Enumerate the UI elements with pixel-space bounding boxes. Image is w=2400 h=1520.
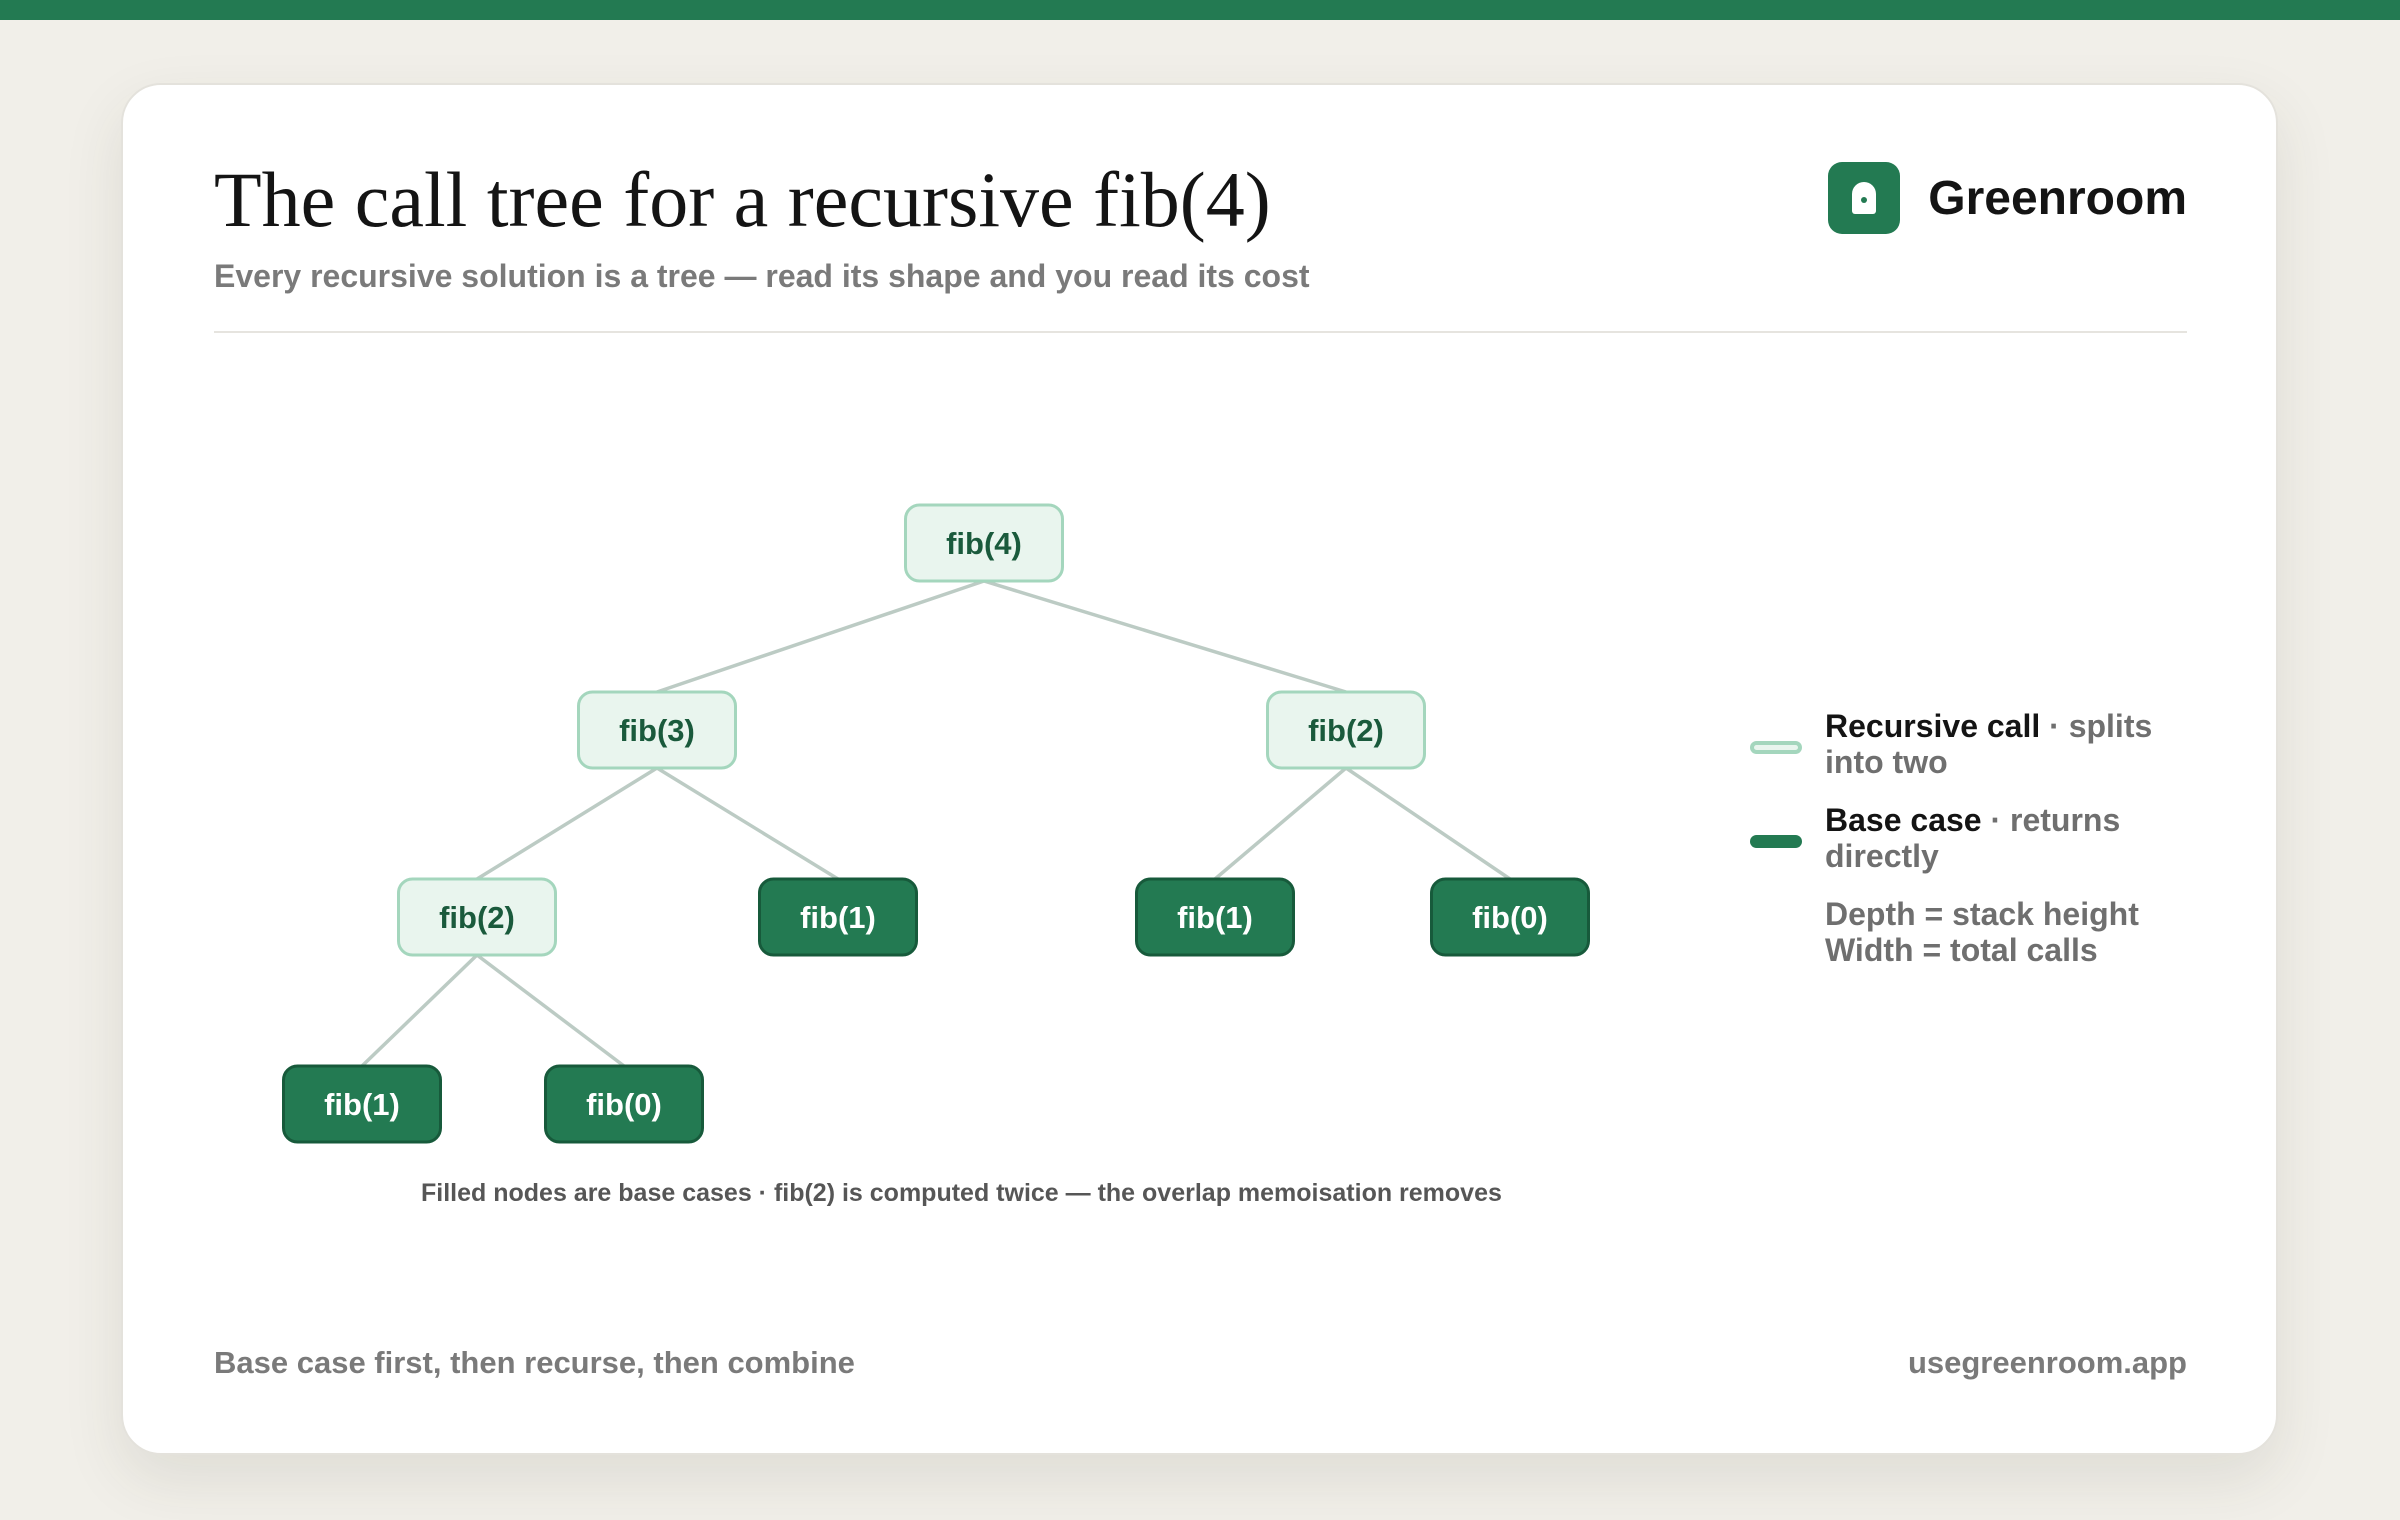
tree-edge	[1213, 766, 1348, 881]
diagram-caption: Filled nodes are base cases · fib(2) is …	[421, 1179, 1502, 1207]
tree-edge	[475, 953, 626, 1068]
legend-recursive-label: Recursive call	[1825, 708, 2041, 744]
node-label: fib(3)	[619, 713, 695, 748]
tree-edge	[656, 579, 985, 694]
node-label: fib(1)	[1177, 900, 1253, 935]
recursive-call-node: fib(2)	[1266, 690, 1426, 770]
node-label: fib(2)	[439, 900, 515, 935]
footer-url: usegreenroom.app	[1907, 1345, 2187, 1380]
recursive-call-node: fib(3)	[577, 690, 737, 770]
legend-item-base: Base case · returns directly	[1750, 802, 2190, 874]
tree-edge	[360, 953, 479, 1068]
base-case-node: fib(1)	[758, 877, 918, 957]
node-label: fib(1)	[800, 900, 876, 935]
base-case-node: fib(1)	[282, 1064, 442, 1144]
base-case-node: fib(0)	[544, 1064, 704, 1144]
node-label: fib(4)	[946, 526, 1022, 561]
tree-edge	[656, 766, 839, 881]
node-label: fib(1)	[324, 1087, 400, 1122]
legend-note-depth: Depth = stack height	[1825, 896, 2139, 932]
legend-base-label: Base case	[1825, 802, 1982, 838]
recursive-call-node: fib(4)	[904, 503, 1064, 583]
legend-item-recursive: Recursive call · splits into two	[1750, 708, 2190, 780]
recursive-swatch-icon	[1750, 741, 1802, 754]
legend: Recursive call · splits into two Base ca…	[1750, 708, 2190, 968]
legend-notes: Depth = stack height Width = total calls	[1750, 896, 2190, 968]
tree-edge	[476, 766, 658, 881]
node-label: fib(0)	[1472, 900, 1548, 935]
tree-edge	[1345, 766, 1511, 881]
tree-edge	[983, 579, 1347, 694]
node-label: fib(2)	[1308, 713, 1384, 748]
footer-tagline: Base case first, then recurse, then comb…	[214, 1345, 855, 1380]
base-swatch-icon	[1750, 835, 1802, 848]
legend-note-width: Width = total calls	[1825, 932, 2098, 968]
base-case-node: fib(1)	[1135, 877, 1295, 957]
recursive-call-node: fib(2)	[397, 877, 557, 957]
base-case-node: fib(0)	[1430, 877, 1590, 957]
node-label: fib(0)	[586, 1087, 662, 1122]
